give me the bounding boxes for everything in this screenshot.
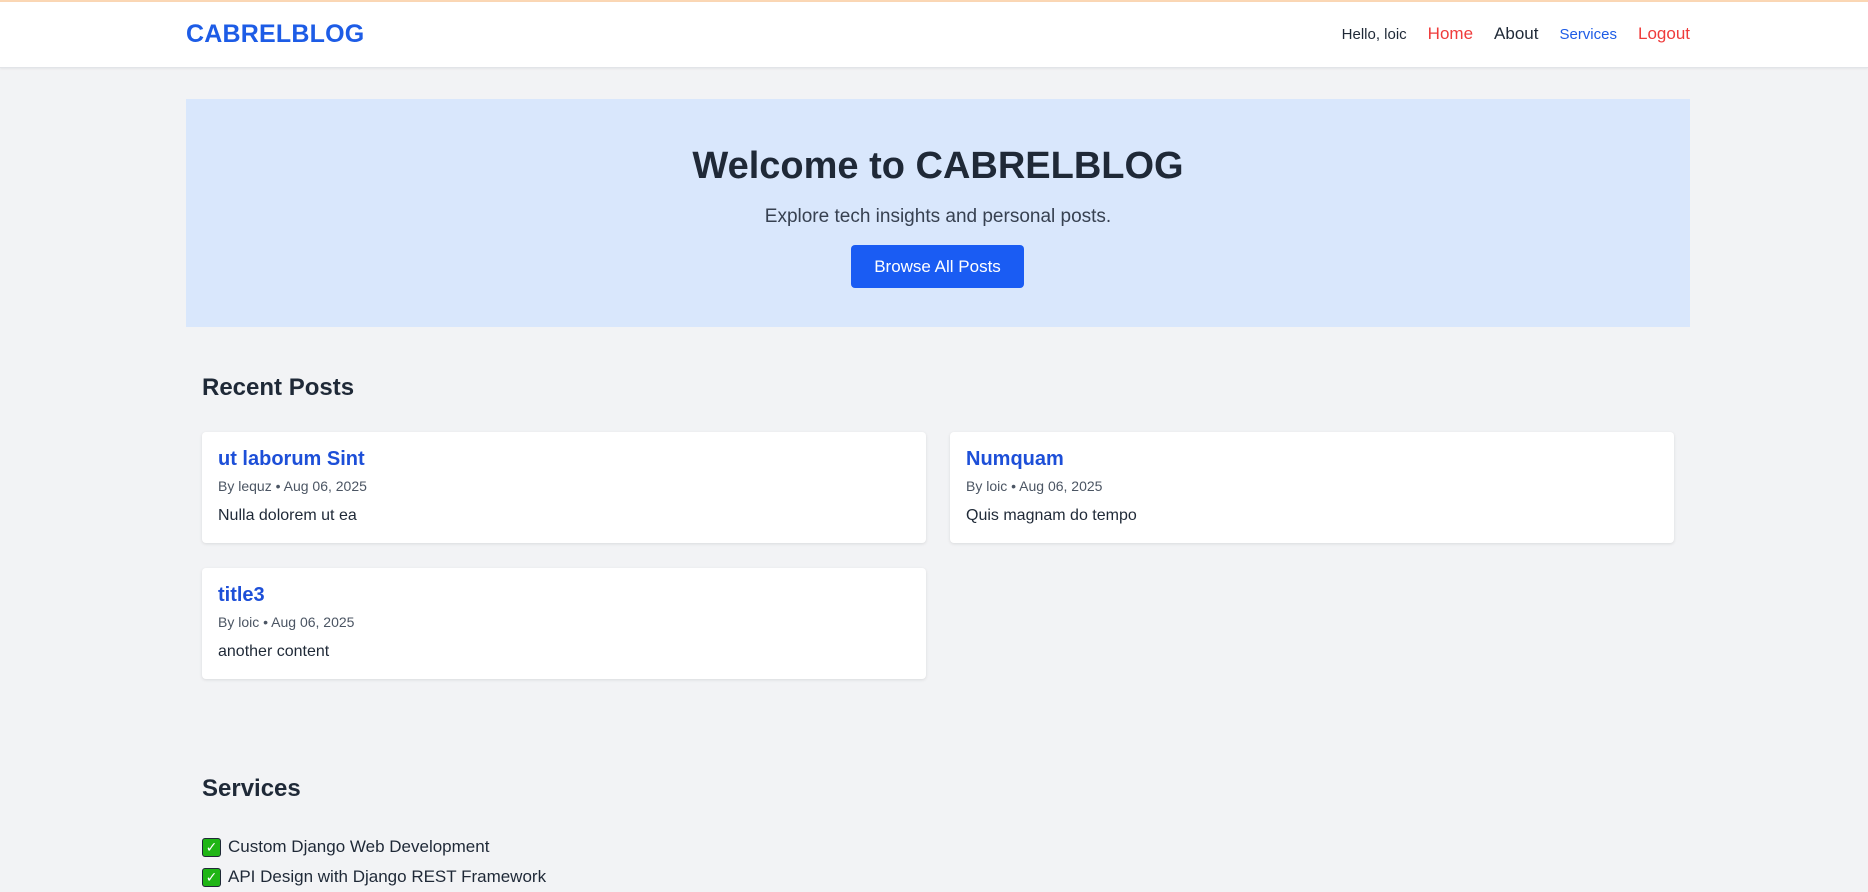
nav-services-link[interactable]: Services [1559, 26, 1617, 43]
site-header: CABRELBLOG Hello, loic Home About Servic… [0, 2, 1868, 68]
browse-all-posts-button[interactable]: Browse All Posts [851, 245, 1024, 288]
brand-logo[interactable]: CABRELBLOG [186, 20, 364, 49]
check-icon: ✓ [202, 867, 221, 887]
post-title-link[interactable]: title3 [218, 584, 265, 607]
service-label: Custom Django Web Development [228, 837, 490, 856]
post-excerpt: another content [218, 643, 330, 660]
post-title-link[interactable]: ut laborum Sint [218, 448, 365, 471]
nav-logout-link[interactable]: Logout [1638, 24, 1690, 44]
hero-subtitle: Explore tech insights and personal posts… [764, 206, 1112, 227]
post-excerpt: Quis magnam do tempo [966, 507, 1137, 524]
post-card: ut laborum Sint By lequz • Aug 06, 2025 … [202, 432, 926, 543]
post-title-link[interactable]: Numquam [966, 448, 1064, 471]
nav-home-link[interactable]: Home [1428, 24, 1473, 44]
post-meta: By loic • Aug 06, 2025 [966, 478, 1103, 494]
recent-posts-heading: Recent Posts [202, 374, 355, 401]
services-list: ✓ Custom Django Web Development ✓ API De… [202, 832, 546, 892]
service-item: ✓ API Design with Django REST Framework [202, 862, 546, 892]
nav-about-link[interactable]: About [1494, 24, 1538, 44]
service-item: ✓ Custom Django Web Development [202, 832, 546, 862]
service-label: API Design with Django REST Framework [228, 867, 547, 886]
services-heading: Services [202, 775, 301, 802]
post-meta: By lequz • Aug 06, 2025 [218, 478, 367, 494]
post-card: title3 By loic • Aug 06, 2025 another co… [202, 568, 926, 679]
main-nav: Hello, loic Home About Services Logout [1342, 24, 1690, 44]
post-card: Numquam By loic • Aug 06, 2025 Quis magn… [950, 432, 1674, 543]
hero-banner: Welcome to CABRELBLOG Explore tech insig… [186, 99, 1690, 327]
post-meta: By loic • Aug 06, 2025 [218, 614, 355, 630]
hero-title: Welcome to CABRELBLOG [692, 145, 1184, 187]
user-greeting: Hello, loic [1341, 26, 1407, 43]
post-excerpt: Nulla dolorem ut ea [218, 507, 357, 524]
check-icon: ✓ [202, 837, 221, 857]
